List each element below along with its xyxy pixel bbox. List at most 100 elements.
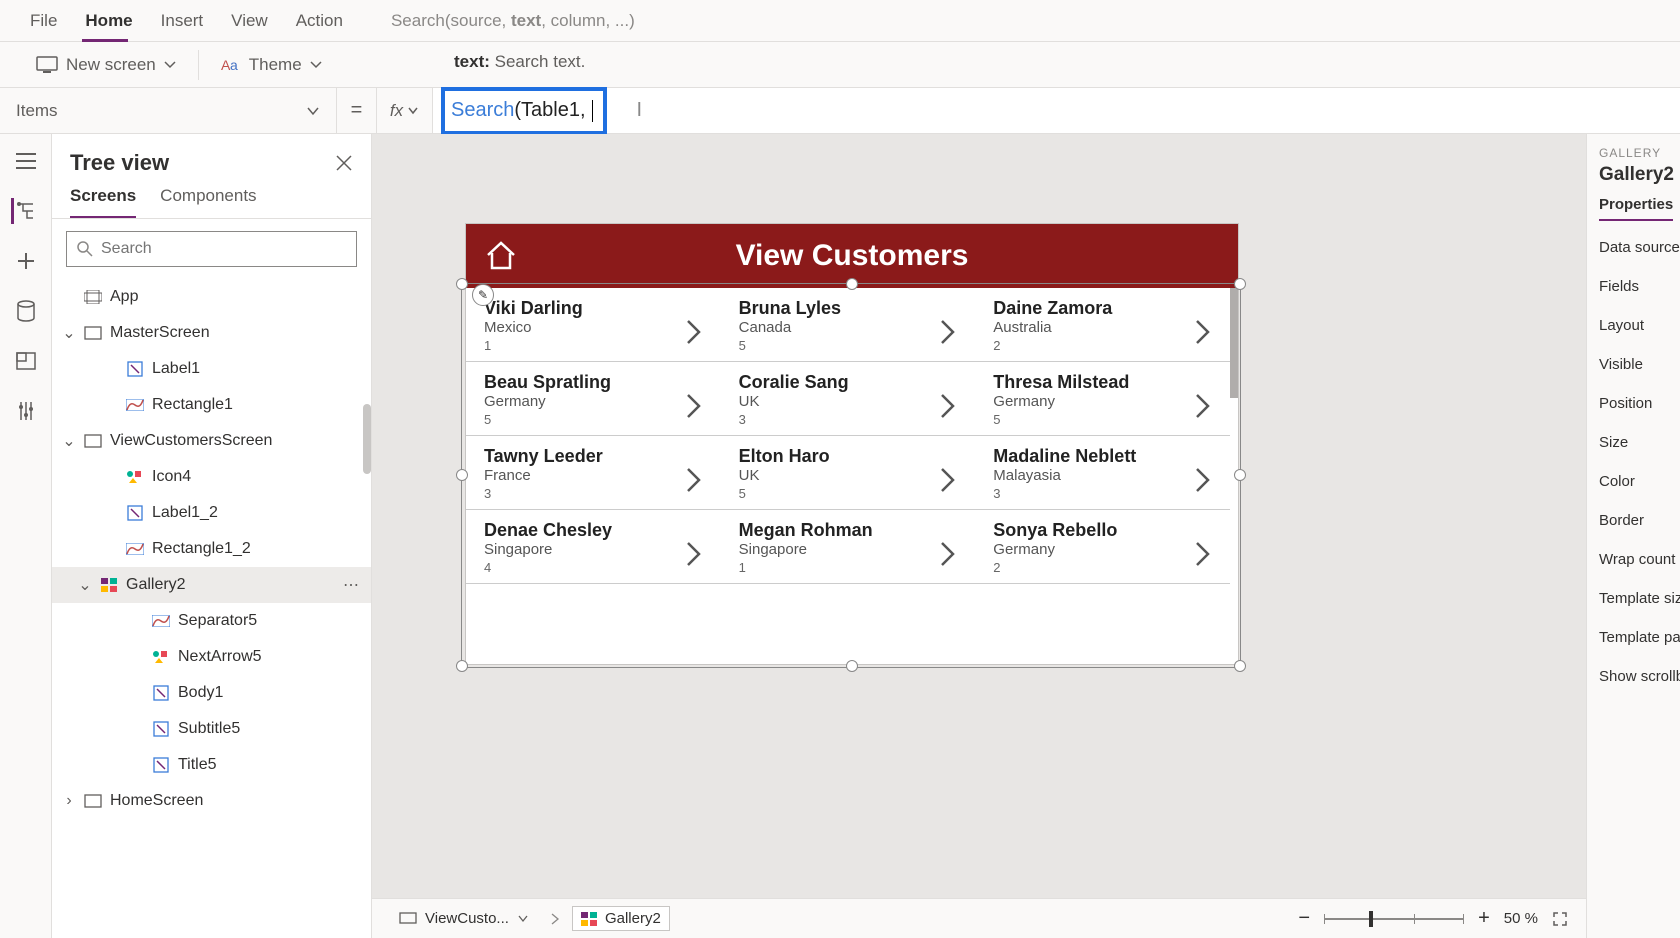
- chevron-right-icon[interactable]: [1194, 318, 1212, 346]
- prop-data-source[interactable]: Data source: [1599, 239, 1680, 256]
- zoom-slider[interactable]: [1324, 918, 1464, 920]
- formula-input[interactable]: Search(Table1, I: [433, 88, 1680, 133]
- gallery-item[interactable]: Elton HaroUK5: [721, 436, 976, 509]
- close-icon[interactable]: [335, 154, 353, 172]
- chevron-down-icon: [310, 59, 322, 71]
- more-icon[interactable]: ⋯: [343, 575, 361, 595]
- gallery-item[interactable]: Thresa MilsteadGermany5: [975, 362, 1230, 435]
- gallery-item[interactable]: Bruna LylesCanada5: [721, 288, 976, 361]
- advanced-icon[interactable]: [13, 398, 39, 424]
- gallery-item[interactable]: Coralie SangUK3: [721, 362, 976, 435]
- chevron-right-icon[interactable]: [939, 540, 957, 568]
- resize-handle[interactable]: [456, 469, 468, 481]
- gallery-item[interactable]: Sonya RebelloGermany2: [975, 510, 1230, 583]
- chevron-right-icon[interactable]: [939, 466, 957, 494]
- zoom-in-button[interactable]: +: [1478, 907, 1490, 930]
- item-subtitle: UK: [739, 467, 962, 484]
- resize-handle[interactable]: [456, 660, 468, 672]
- prop-fields[interactable]: Fields: [1599, 278, 1680, 295]
- prop-visible[interactable]: Visible: [1599, 356, 1680, 373]
- tree-node-viewcustomersscreen[interactable]: ⌄ViewCustomersScreen: [52, 423, 371, 459]
- tab-insert[interactable]: Insert: [161, 11, 204, 31]
- tree-scrollbar[interactable]: [363, 404, 371, 474]
- tab-home[interactable]: Home: [85, 11, 132, 31]
- gallery-item[interactable]: Madaline NeblettMalayasia3: [975, 436, 1230, 509]
- chevron-right-icon[interactable]: [939, 318, 957, 346]
- prop-wrap-count[interactable]: Wrap count: [1599, 551, 1680, 568]
- tab-file[interactable]: File: [30, 11, 57, 31]
- tree-search[interactable]: [66, 231, 357, 267]
- chevron-right-icon[interactable]: [1194, 466, 1212, 494]
- prop-position[interactable]: Position: [1599, 395, 1680, 412]
- gallery-control[interactable]: Viki DarlingMexico1Bruna LylesCanada5Dai…: [466, 288, 1230, 664]
- tree-node-separator5[interactable]: Separator5: [52, 603, 371, 639]
- tree-node-title5[interactable]: Title5: [52, 747, 371, 783]
- tree-view-icon[interactable]: [11, 198, 37, 224]
- prop-color[interactable]: Color: [1599, 473, 1680, 490]
- gallery-item[interactable]: Beau SpratlingGermany5: [466, 362, 721, 435]
- fx-button[interactable]: fx: [377, 88, 433, 133]
- gallery-item[interactable]: Megan RohmanSingapore1: [721, 510, 976, 583]
- chevron-down-icon: [306, 104, 320, 118]
- gallery-item[interactable]: Denae ChesleySingapore4: [466, 510, 721, 583]
- resize-handle[interactable]: [846, 660, 858, 672]
- prop-template-padding[interactable]: Template padding: [1599, 629, 1680, 646]
- gallery-item[interactable]: Viki DarlingMexico1: [466, 288, 721, 361]
- tab-action[interactable]: Action: [296, 11, 343, 31]
- tree-node-label1_2[interactable]: Label1_2: [52, 495, 371, 531]
- prop-border[interactable]: Border: [1599, 512, 1680, 529]
- tree-node-subtitle5[interactable]: Subtitle5: [52, 711, 371, 747]
- tree-node-masterscreen[interactable]: ⌄MasterScreen: [52, 315, 371, 351]
- prop-size[interactable]: Size: [1599, 434, 1680, 451]
- tree-node-homescreen[interactable]: ›HomeScreen: [52, 783, 371, 819]
- tree-tab-components[interactable]: Components: [160, 186, 256, 218]
- chevron-right-icon[interactable]: [685, 318, 703, 346]
- breadcrumb-screen[interactable]: ViewCusto...: [390, 906, 538, 931]
- canvas[interactable]: View Customers Viki DarlingMexico1Bruna …: [372, 134, 1586, 938]
- tree-node-body1[interactable]: Body1: [52, 675, 371, 711]
- resize-handle[interactable]: [456, 278, 468, 290]
- fit-screen-icon[interactable]: [1552, 911, 1568, 927]
- new-screen-button[interactable]: New screen: [28, 51, 184, 79]
- edit-badge-icon[interactable]: ✎: [472, 284, 494, 306]
- tree-node-gallery2[interactable]: ⌄Gallery2⋯: [52, 567, 371, 603]
- hamburger-icon[interactable]: [13, 148, 39, 174]
- gallery-item[interactable]: Daine ZamoraAustralia2: [975, 288, 1230, 361]
- tree-node-rectangle1[interactable]: Rectangle1: [52, 387, 371, 423]
- tree-node-rectangle1_2[interactable]: Rectangle1_2: [52, 531, 371, 567]
- tree-node-app[interactable]: App: [52, 279, 371, 315]
- chevron-right-icon[interactable]: [939, 392, 957, 420]
- fx-label: fx: [390, 101, 403, 121]
- gallery-item[interactable]: Tawny LeederFrance3: [466, 436, 721, 509]
- property-selector[interactable]: Items: [0, 88, 337, 133]
- zoom-knob[interactable]: [1369, 911, 1373, 927]
- gallery-scrollbar[interactable]: [1230, 288, 1238, 398]
- prop-template-size[interactable]: Template size: [1599, 590, 1680, 607]
- chevron-right-icon[interactable]: [685, 392, 703, 420]
- resize-handle[interactable]: [846, 278, 858, 290]
- prop-layout[interactable]: Layout: [1599, 317, 1680, 334]
- item-title: Thresa Milstead: [993, 372, 1216, 393]
- theme-button[interactable]: Aa Theme: [213, 51, 330, 79]
- home-icon[interactable]: [484, 238, 518, 272]
- resize-handle[interactable]: [1234, 278, 1246, 290]
- insert-icon[interactable]: [13, 248, 39, 274]
- props-tab-properties[interactable]: Properties: [1599, 196, 1673, 221]
- media-icon[interactable]: [13, 348, 39, 374]
- chevron-right-icon[interactable]: [1194, 540, 1212, 568]
- resize-handle[interactable]: [1234, 660, 1246, 672]
- tree-node-nextarrow5[interactable]: NextArrow5: [52, 639, 371, 675]
- tab-view[interactable]: View: [231, 11, 268, 31]
- chevron-right-icon[interactable]: [685, 540, 703, 568]
- tree-search-input[interactable]: [101, 240, 346, 258]
- chevron-right-icon[interactable]: [1194, 392, 1212, 420]
- tree-node-icon4[interactable]: Icon4: [52, 459, 371, 495]
- zoom-out-button[interactable]: −: [1298, 907, 1310, 930]
- tree-tab-screens[interactable]: Screens: [70, 186, 136, 218]
- data-icon[interactable]: [13, 298, 39, 324]
- chevron-right-icon[interactable]: [685, 466, 703, 494]
- tree-node-label1[interactable]: Label1: [52, 351, 371, 387]
- breadcrumb-control[interactable]: Gallery2: [572, 906, 670, 931]
- resize-handle[interactable]: [1234, 469, 1246, 481]
- props-show-scrollbar[interactable]: Show scrollbar: [1599, 668, 1680, 685]
